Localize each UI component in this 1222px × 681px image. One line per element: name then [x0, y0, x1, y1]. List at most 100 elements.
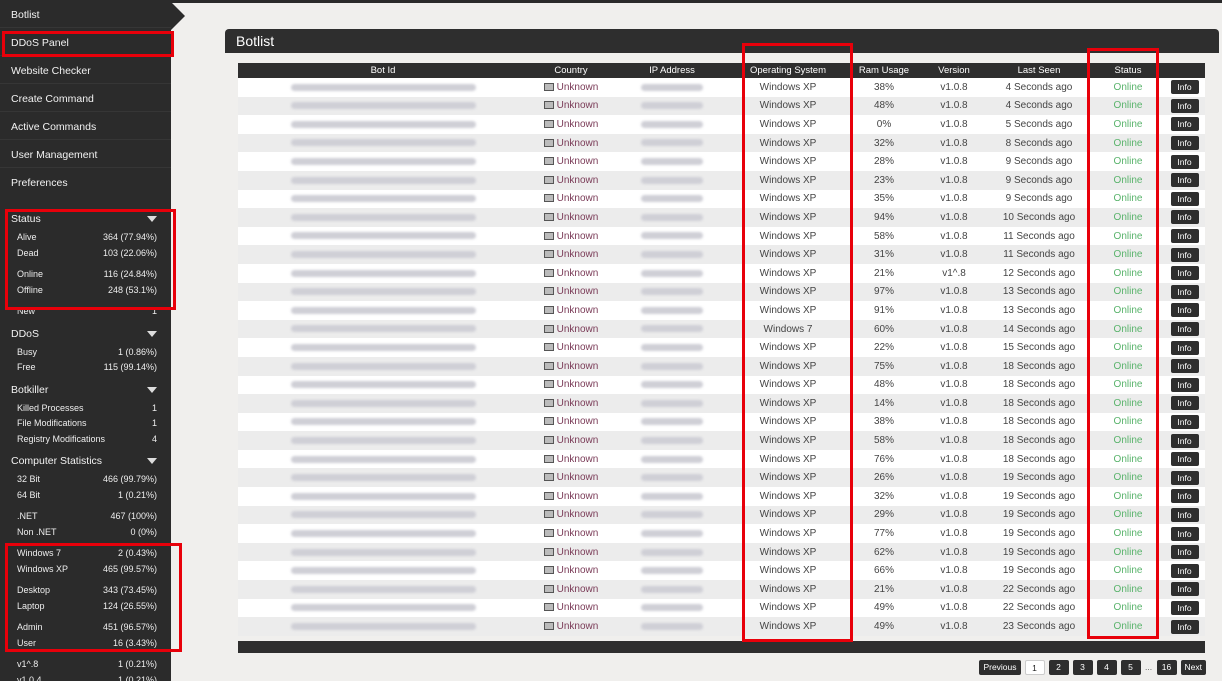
pagination-page[interactable]: 2 — [1048, 660, 1069, 675]
info-button[interactable]: Info — [1170, 470, 1199, 485]
ram-usage-text: 76% — [873, 453, 894, 465]
info-button[interactable]: Info — [1170, 452, 1199, 467]
nav-user-management[interactable]: User Management — [0, 140, 171, 168]
redacted-bot-id — [290, 120, 476, 128]
os-cell: Windows XP — [730, 561, 846, 580]
nav-create-command[interactable]: Create Command — [0, 84, 171, 112]
col-operating-system[interactable]: Operating System — [730, 63, 846, 78]
info-button[interactable]: Info — [1170, 303, 1199, 318]
botkiller-section-header[interactable]: Botkiller — [0, 379, 171, 401]
info-button[interactable]: Info — [1170, 507, 1199, 522]
nav-preferences[interactable]: Preferences — [0, 168, 171, 196]
info-button[interactable]: Info — [1170, 414, 1199, 429]
info-button[interactable]: Info — [1170, 340, 1199, 355]
actions-cell: Info — [1164, 301, 1205, 320]
info-button[interactable]: Info — [1170, 154, 1199, 169]
ddos-section-header[interactable]: DDoS — [0, 323, 171, 345]
redacted-ip-address — [641, 288, 703, 296]
version-cell: v1.0.8 — [922, 617, 986, 636]
pagination-page[interactable]: 5 — [1120, 660, 1141, 675]
info-button[interactable]: Info — [1170, 210, 1199, 225]
nav-ddos-panel[interactable]: DDoS Panel — [0, 28, 171, 56]
status-text: Online — [1113, 528, 1143, 540]
info-button[interactable]: Info — [1170, 247, 1199, 262]
info-button[interactable]: Info — [1170, 80, 1199, 95]
country-cell: Unknown — [528, 394, 614, 413]
pagination-page[interactable]: 16 — [1156, 660, 1177, 675]
info-button[interactable]: Info — [1170, 545, 1199, 560]
botlist-panel: Botlist Bot Id Country IP Address Operat… — [225, 29, 1219, 655]
col-status[interactable]: Status — [1092, 63, 1164, 78]
redacted-ip-address — [641, 139, 703, 147]
col-version[interactable]: Version — [922, 63, 986, 78]
status-cell: Online — [1092, 134, 1164, 153]
country-label: Unknown — [556, 360, 599, 372]
bot-id-cell — [238, 134, 528, 153]
last-seen-text: 19 Seconds ago — [1002, 490, 1076, 502]
info-button[interactable]: Info — [1170, 284, 1199, 299]
info-button[interactable]: Info — [1170, 396, 1199, 411]
ip-address-cell — [614, 506, 730, 525]
status-text: Online — [1113, 565, 1143, 577]
info-button[interactable]: Info — [1170, 117, 1199, 132]
country-label: Unknown — [556, 621, 599, 633]
country-label: Unknown — [556, 137, 599, 149]
pagination-previous[interactable]: Previous — [979, 660, 1021, 675]
info-button[interactable]: Info — [1170, 173, 1199, 188]
info-button[interactable]: Info — [1170, 98, 1199, 113]
flag-icon — [543, 101, 554, 110]
info-button[interactable]: Info — [1170, 489, 1199, 504]
info-button[interactable]: Info — [1170, 377, 1199, 392]
os-text: Windows XP — [759, 230, 817, 242]
info-button[interactable]: Info — [1170, 322, 1199, 337]
ram-usage-text: 38% — [873, 81, 894, 93]
os-cell: Windows XP — [730, 338, 846, 357]
country-cell: Unknown — [528, 134, 614, 153]
info-button[interactable]: Info — [1170, 619, 1199, 634]
table-row: Unknown Windows XP 94% v1.0.8 10 Seconds ago… — [238, 208, 1205, 227]
computer-stats-section-header[interactable]: Computer Statistics — [0, 450, 171, 472]
ram-usage-cell: 38% — [846, 413, 922, 432]
info-button[interactable]: Info — [1170, 526, 1199, 541]
ram-usage-cell: 31% — [846, 245, 922, 264]
ram-usage-cell: 49% — [846, 599, 922, 618]
status-section-header[interactable]: Status — [0, 208, 171, 230]
actions-cell: Info — [1164, 190, 1205, 209]
last-seen-cell: 19 Seconds ago — [986, 506, 1092, 525]
col-country[interactable]: Country — [528, 63, 614, 78]
version-cell: v1.0.8 — [922, 599, 986, 618]
redacted-ip-address — [641, 474, 703, 482]
pagination-next[interactable]: Next — [1180, 660, 1206, 675]
redacted-bot-id — [290, 139, 476, 147]
country-cell: Unknown — [528, 171, 614, 190]
info-button[interactable]: Info — [1170, 563, 1199, 578]
pagination-page[interactable]: 3 — [1072, 660, 1093, 675]
info-button[interactable]: Info — [1170, 600, 1199, 615]
info-button[interactable]: Info — [1170, 433, 1199, 448]
nav-website-checker[interactable]: Website Checker — [0, 56, 171, 84]
status-text: Online — [1113, 304, 1143, 316]
ip-address-cell — [614, 543, 730, 562]
caret-down-icon[interactable] — [147, 458, 157, 464]
caret-down-icon[interactable] — [147, 330, 157, 337]
table-row: Unknown Windows XP 62% v1.0.8 19 Seconds ago… — [238, 542, 1205, 562]
info-button[interactable]: Info — [1170, 582, 1199, 597]
info-button[interactable]: Info — [1170, 136, 1199, 151]
nav-active-commands[interactable]: Active Commands — [0, 112, 171, 140]
info-button[interactable]: Info — [1170, 229, 1199, 244]
col-bot-id[interactable]: Bot Id — [238, 63, 528, 78]
info-button[interactable]: Info — [1170, 359, 1199, 374]
nav-botlist[interactable]: Botlist — [0, 0, 185, 30]
col-ip-address[interactable]: IP Address — [614, 63, 730, 78]
pagination-page[interactable]: 1 — [1024, 660, 1045, 675]
col-ram-usage[interactable]: Ram Usage — [846, 63, 922, 78]
info-button[interactable]: Info — [1170, 266, 1199, 281]
caret-down-icon[interactable] — [147, 386, 157, 393]
status-text: Online — [1113, 490, 1143, 502]
country-label: Unknown — [556, 453, 599, 465]
caret-down-icon[interactable] — [147, 216, 157, 222]
col-last-seen[interactable]: Last Seen — [986, 63, 1092, 78]
pagination-page[interactable]: 4 — [1096, 660, 1117, 675]
status-cell: Online — [1092, 599, 1164, 618]
info-button[interactable]: Info — [1170, 191, 1199, 206]
